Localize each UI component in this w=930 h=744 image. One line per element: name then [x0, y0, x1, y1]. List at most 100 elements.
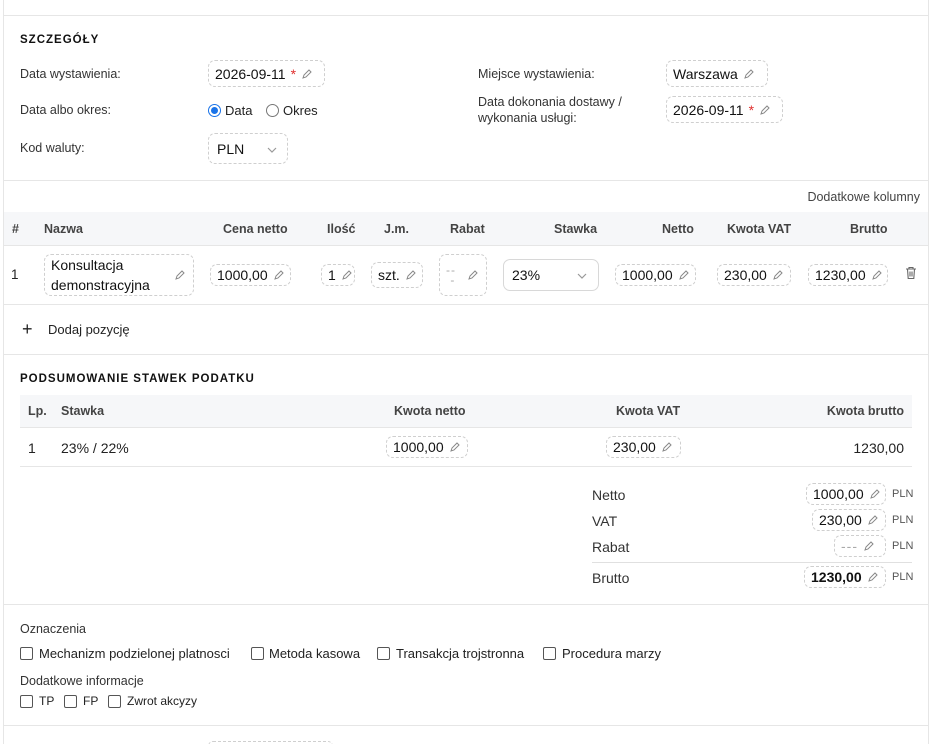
item-num: 1 [11, 267, 19, 282]
details-section-title: SZCZEGÓŁY [20, 34, 100, 46]
tax-row-gross: 1230,00 [853, 440, 904, 456]
mark-checkbox[interactable] [543, 647, 556, 660]
pencil-icon[interactable] [405, 269, 417, 281]
item-gross-field[interactable]: 1230,00 [808, 264, 888, 286]
item-vat-value: 230,00 [724, 267, 767, 283]
tax-row-net-field[interactable]: 1000,00 [386, 436, 468, 458]
item-qty-field[interactable]: 1 [321, 264, 355, 286]
extra-info-label[interactable]: FP [83, 694, 98, 708]
pencil-icon[interactable] [661, 441, 673, 453]
pencil-icon[interactable] [863, 540, 875, 552]
divider [3, 604, 929, 605]
item-name-line1: Konsultacja [51, 257, 124, 273]
plus-icon[interactable]: + [22, 320, 33, 338]
place-field[interactable]: Warszawa [666, 60, 768, 87]
issue-date-field[interactable]: 2026-09-11 * [208, 60, 325, 87]
totals-discount-placeholder: --- [841, 538, 858, 554]
item-net-field[interactable]: 1000,00 [615, 264, 696, 286]
tax-summary-header [20, 395, 912, 427]
totals-gross-value: 1230,00 [811, 569, 862, 585]
mark-checkbox[interactable] [20, 647, 33, 660]
currency-select[interactable]: PLN [208, 133, 288, 164]
extra-info-label[interactable]: Zwrot akcyzy [127, 694, 197, 708]
pencil-icon[interactable] [869, 488, 881, 500]
place-value: Warszawa [673, 65, 738, 82]
extra-info-title: Dodatkowe informacje [20, 674, 144, 688]
mark-label[interactable]: Metoda kasowa [269, 646, 360, 661]
mark-label[interactable]: Procedura marzy [562, 646, 661, 661]
divider [3, 180, 929, 181]
totals-net-label: Netto [592, 487, 626, 503]
tax-header-rate: Stawka [61, 404, 105, 418]
divider [3, 15, 929, 16]
header-qty: Ilość [327, 222, 356, 236]
tax-row-net-value: 1000,00 [393, 439, 444, 455]
item-unit-field[interactable]: szt. [371, 262, 423, 288]
extra-info-checkbox[interactable] [20, 695, 33, 708]
totals-discount-field[interactable]: --- [834, 535, 886, 557]
totals-discount-currency: PLN [892, 540, 914, 552]
item-net-price-field[interactable]: 1000,00 [210, 264, 291, 286]
radio-date-label[interactable]: Data [225, 103, 252, 118]
radio-date[interactable] [208, 104, 221, 117]
tax-summary-title: PODSUMOWANIE STAWEK PODATKU [20, 373, 255, 385]
mark-label[interactable]: Mechanizm podzielonej platnosci [39, 646, 230, 661]
divider [3, 245, 929, 246]
item-net-price-value: 1000,00 [217, 267, 268, 283]
pencil-icon[interactable] [743, 68, 755, 80]
item-discount-field[interactable]: -- - [439, 254, 487, 296]
pencil-icon[interactable] [449, 441, 461, 453]
item-rate-value: 23% [512, 267, 541, 283]
extra-info-checkbox[interactable] [64, 695, 77, 708]
radio-period[interactable] [266, 104, 279, 117]
date-or-period-label: Data albo okres: [20, 103, 112, 117]
pencil-icon[interactable] [867, 514, 879, 526]
pencil-icon[interactable] [341, 269, 353, 281]
item-name-line2: demonstracyjna [51, 277, 150, 293]
add-position-button[interactable]: Dodaj pozycję [48, 322, 130, 337]
header-gross: Brutto [850, 222, 888, 236]
place-label: Miejsce wystawienia: [478, 67, 595, 81]
pencil-icon[interactable] [467, 269, 479, 281]
delivery-date-field[interactable]: 2026-09-11 * [666, 96, 783, 123]
pencil-icon[interactable] [759, 104, 771, 116]
mark-label[interactable]: Transakcja trojstronna [396, 646, 524, 661]
totals-net-value: 1000,00 [813, 486, 864, 502]
totals-net-field[interactable]: 1000,00 [806, 483, 886, 505]
extra-columns-link[interactable]: Dodatkowe kolumny [807, 190, 920, 204]
item-name-field[interactable]: Konsultacja demonstracyjna [44, 254, 194, 296]
radio-period-label[interactable]: Okres [283, 103, 318, 118]
item-vat-field[interactable]: 230,00 [717, 264, 791, 286]
delivery-label-line2: wykonania usługi: [478, 111, 577, 125]
pencil-icon[interactable] [678, 269, 690, 281]
totals-gross-label: Brutto [592, 570, 630, 586]
divider [3, 304, 929, 305]
totals-gross-field[interactable]: 1230,00 [804, 566, 886, 588]
trash-icon[interactable] [905, 266, 917, 280]
pencil-icon[interactable] [301, 68, 313, 80]
pencil-icon[interactable] [871, 269, 883, 281]
marks-title: Oznaczenia [20, 622, 87, 636]
totals-vat-field[interactable]: 230,00 [812, 509, 886, 531]
chevron-down-icon [577, 273, 587, 279]
pencil-icon[interactable] [867, 571, 879, 583]
pencil-icon[interactable] [772, 269, 784, 281]
tax-row-vat-field[interactable]: 230,00 [606, 436, 681, 458]
mark-checkbox[interactable] [377, 647, 390, 660]
item-discount-placeholder: -- - [446, 263, 456, 287]
tax-header-lp: Lp. [28, 404, 47, 418]
issue-date-label: Data wystawienia: [20, 67, 121, 81]
tax-row-vat-value: 230,00 [613, 439, 656, 455]
header-discount: Rabat [450, 222, 485, 236]
totals-discount-label: Rabat [592, 539, 630, 555]
extra-info-label[interactable]: TP [39, 694, 54, 708]
totals-gross-currency: PLN [892, 571, 914, 583]
delivery-label-line1: Data dokonania dostawy / [478, 95, 622, 109]
totals-net-currency: PLN [892, 488, 914, 500]
mark-checkbox[interactable] [251, 647, 264, 660]
pencil-icon[interactable] [174, 269, 186, 281]
pencil-icon[interactable] [273, 269, 285, 281]
item-rate-select[interactable]: 23% [503, 259, 599, 291]
extra-info-checkbox[interactable] [108, 695, 121, 708]
currency-value: PLN [217, 140, 245, 157]
